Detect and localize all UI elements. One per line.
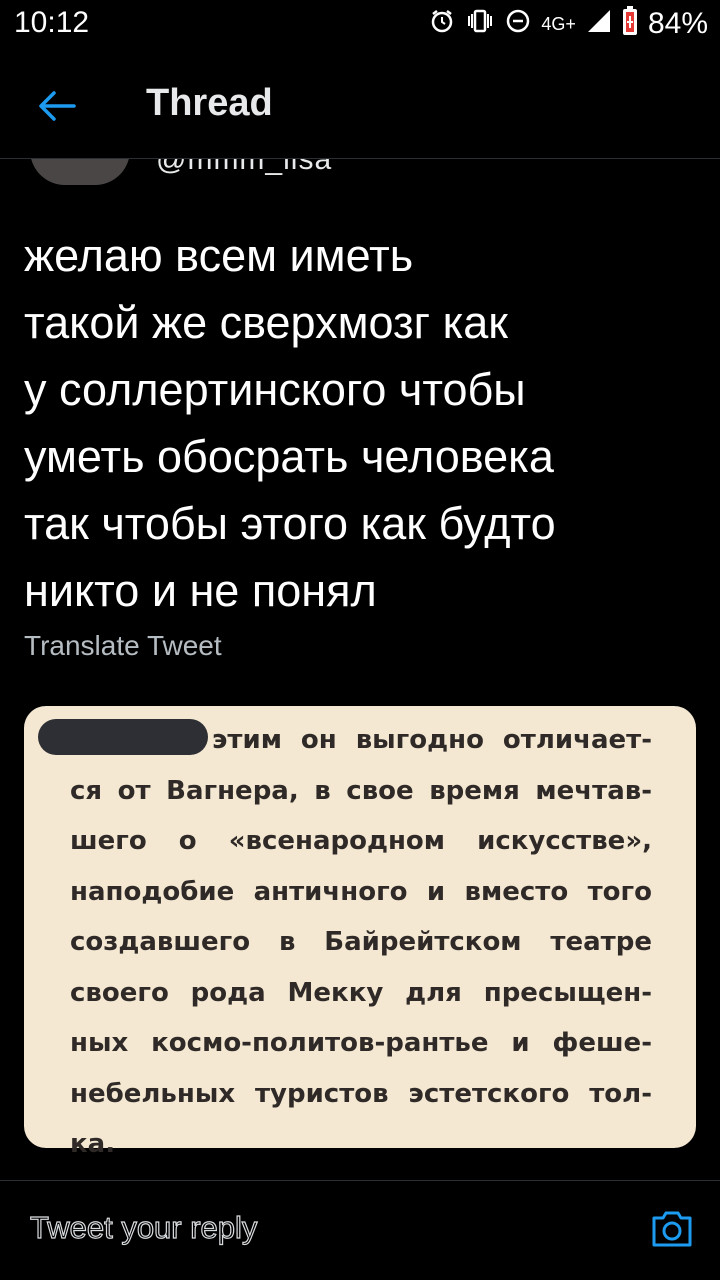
- status-icons: 4G+ 84%: [429, 5, 708, 43]
- tweet-line: никто и не понял: [24, 565, 377, 616]
- alarm-icon: [429, 8, 455, 41]
- do-not-disturb-icon: [505, 8, 531, 41]
- translate-tweet-link[interactable]: Translate Tweet: [24, 630, 222, 662]
- tweet-line: такой же сверхмозг как: [24, 297, 508, 348]
- divider: [0, 1180, 720, 1181]
- tweet-line: желаю всем иметь: [24, 230, 414, 281]
- redaction-mark: [38, 719, 208, 755]
- status-time: 10:12: [14, 6, 90, 39]
- arrow-left-icon: [39, 91, 76, 121]
- thread-header: Thread: [0, 60, 720, 159]
- battery-icon: [622, 5, 638, 43]
- book-line: ка.: [70, 1129, 116, 1159]
- book-line: ся от Вагнера, в свое время мечтав-: [70, 775, 652, 806]
- book-line: создавшего в Байрейтском театре: [70, 927, 652, 957]
- book-page-text: этим он выгодно отличает- ся от Вагнера,…: [70, 715, 652, 1170]
- reply-input[interactable]: Tweet your reply: [29, 1209, 258, 1246]
- book-line: наподобие античного и вместо того: [70, 876, 652, 907]
- network-type-icon: 4G+: [541, 13, 576, 34]
- book-line: своего рода Мекку для пресыщен-: [70, 977, 652, 1008]
- tweet-text: желаю всем иметь такой же сверхмозг как …: [24, 222, 704, 624]
- page-title: Thread: [146, 82, 273, 124]
- battery-percent: 84%: [647, 7, 708, 40]
- tweet-line: уметь обосрать человека: [24, 431, 554, 482]
- camera-icon: [652, 1211, 692, 1247]
- book-line: ных космо-политов-рантье и феше-: [70, 1028, 652, 1058]
- book-line: небельных туристов эстетского тол-: [70, 1078, 652, 1109]
- camera-button[interactable]: [650, 1206, 694, 1250]
- status-bar: 10:12 4G+ 84%: [0, 0, 720, 48]
- tweet-line: так чтобы этого как будто: [24, 498, 556, 549]
- book-line: шего о «всенародном искусстве»,: [70, 826, 652, 856]
- vibrate-icon: [465, 8, 495, 41]
- signal-icon: [586, 8, 612, 41]
- back-button[interactable]: [34, 84, 78, 128]
- tweet-line: у соллертинского чтобы: [24, 364, 526, 415]
